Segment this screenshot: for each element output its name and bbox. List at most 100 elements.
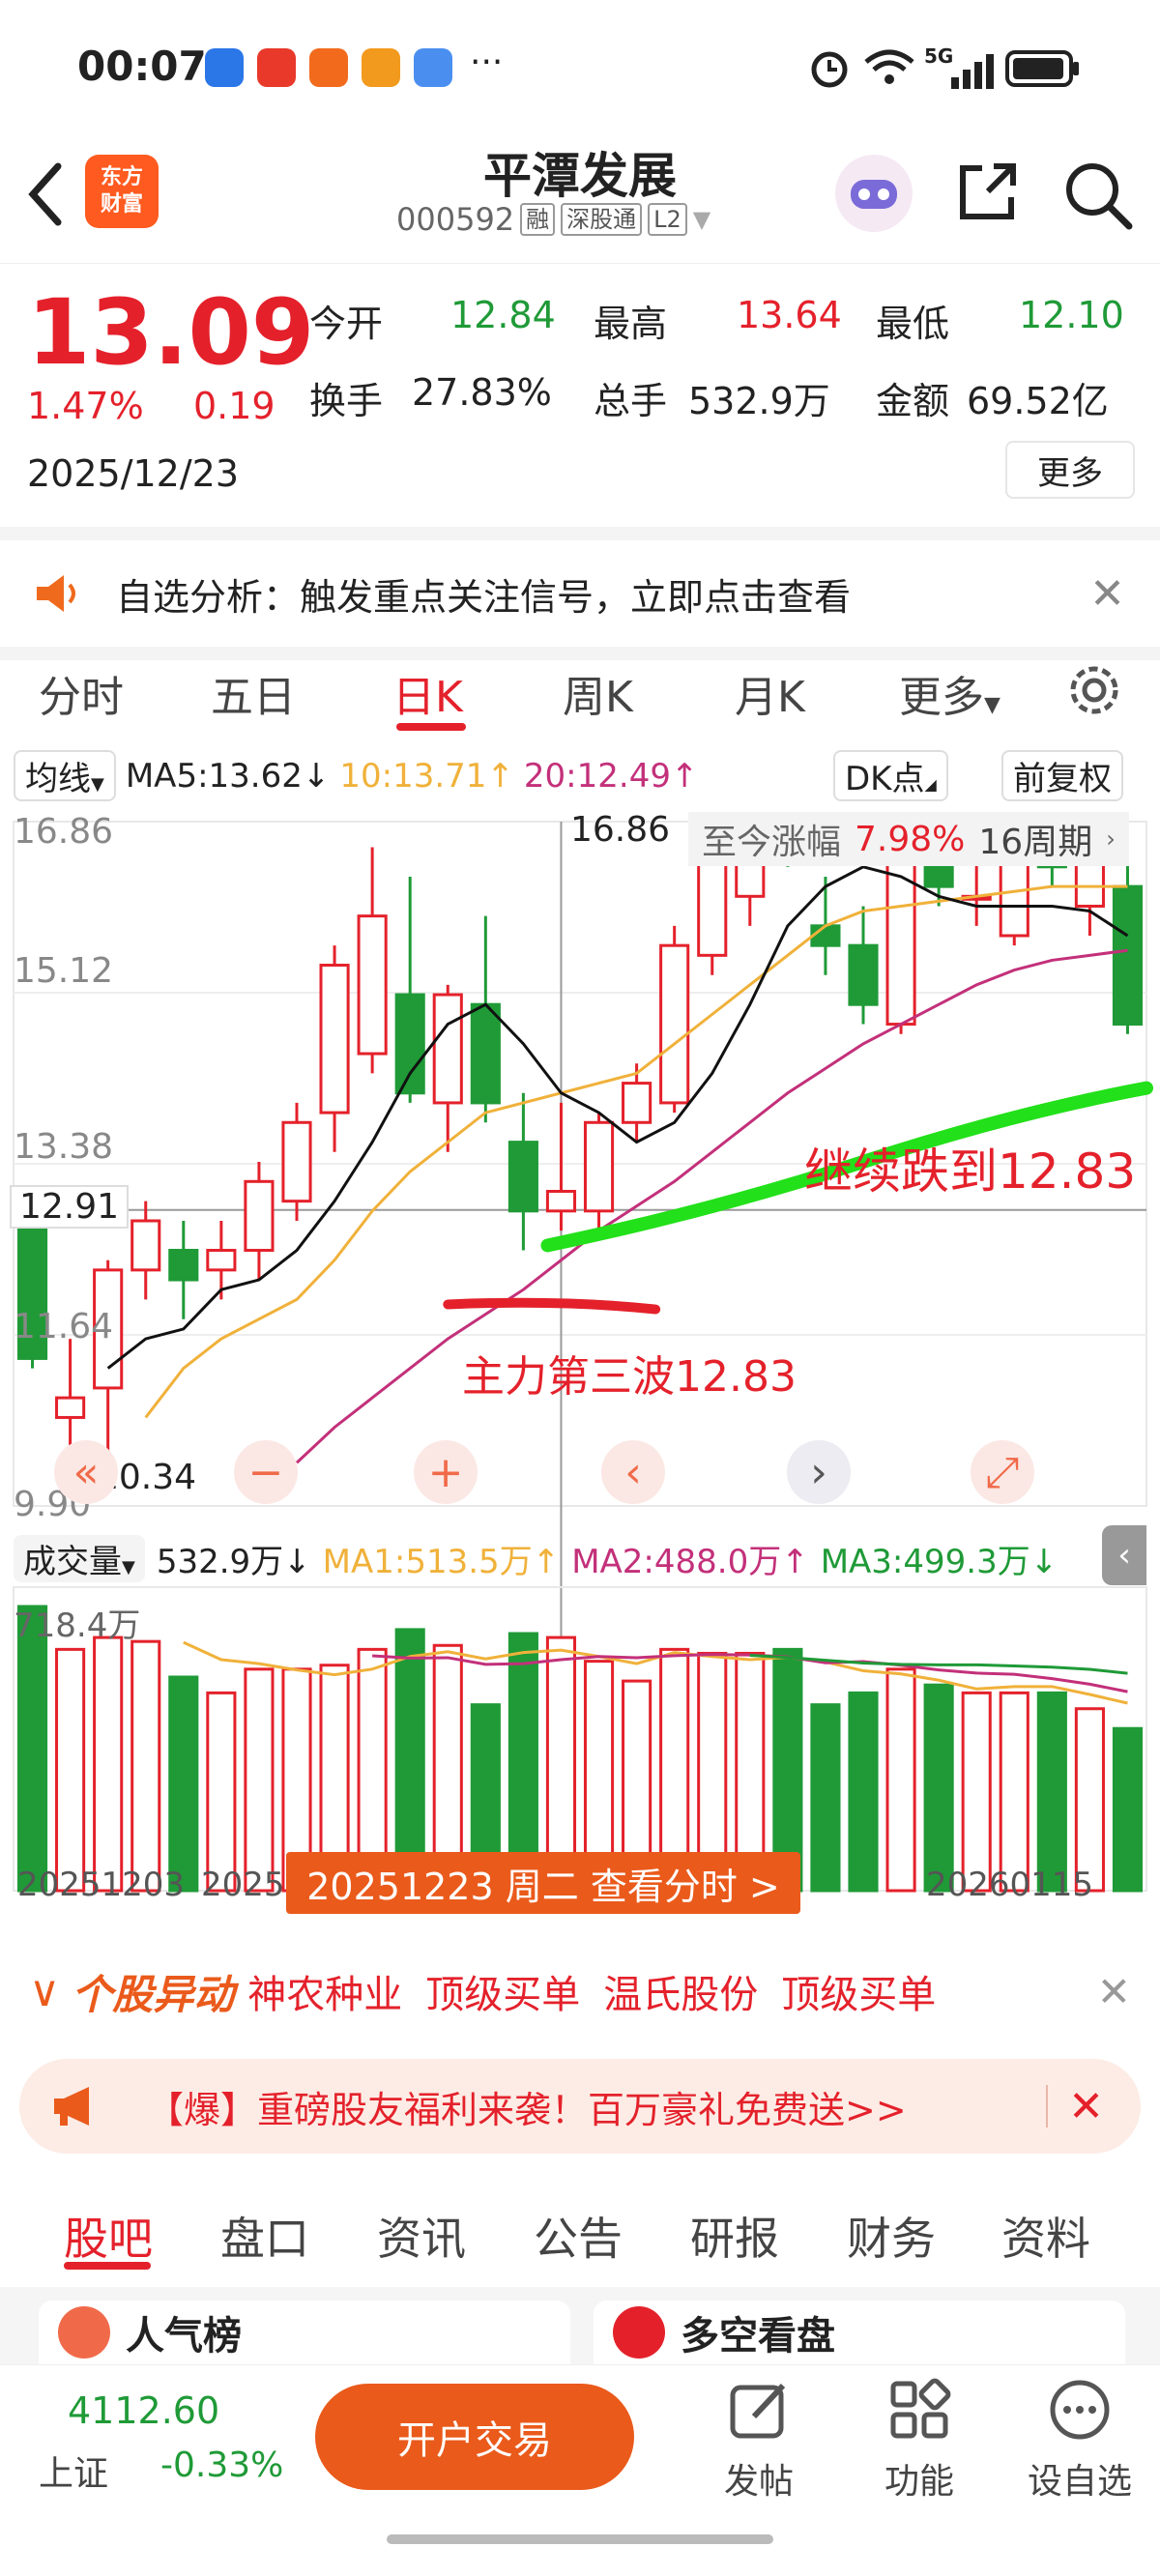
caret-down-icon: ▼ — [984, 693, 1000, 717]
tab-financials[interactable]: 财务 — [847, 2204, 936, 2268]
search-icon[interactable] — [1061, 159, 1135, 232]
close-icon[interactable]: ✕ — [1068, 2082, 1104, 2131]
turnover-value: 27.83% — [412, 371, 552, 414]
tab-profile[interactable]: 资料 — [1001, 2204, 1090, 2268]
tab-news[interactable]: 资讯 — [377, 2204, 466, 2268]
volume-max-label: 718.4万 — [14, 1606, 141, 1645]
volume-indicator-label: 成交量 — [23, 1543, 122, 1581]
grid-apps-icon — [890, 2378, 951, 2439]
candle-body — [810, 924, 841, 947]
open-account-trade-button[interactable]: 开户交易 — [315, 2384, 634, 2490]
caret-down-icon: ▼ — [122, 1557, 135, 1577]
amount-value: 69.52亿 — [967, 380, 1109, 422]
tab-intraday[interactable]: 分时 — [39, 662, 124, 724]
index-change: -0.33% — [160, 2446, 284, 2485]
tab-forum[interactable]: 股吧 — [64, 2204, 153, 2268]
ma10-value: 10:13.71↑ — [339, 756, 514, 796]
post-label: 发帖 — [723, 2462, 794, 2502]
bull-bear-card[interactable]: 多空看盘 — [594, 2301, 1125, 2364]
settings-gear-icon[interactable] — [1065, 661, 1123, 719]
popularity-card-title: 人气榜 — [126, 2314, 242, 2359]
ticker-item[interactable]: 顶级买单 — [425, 1963, 580, 2019]
volume-bar — [244, 1667, 275, 1893]
candle-body — [470, 1002, 501, 1105]
candle-body — [1112, 884, 1144, 1027]
zoom-out-button[interactable]: − — [234, 1440, 298, 1504]
functions-button[interactable]: 功能 — [856, 2378, 982, 2504]
fullscreen-expand-button[interactable]: ⤢ — [971, 1440, 1034, 1504]
candle-body — [244, 1179, 275, 1253]
collapse-panel-button[interactable]: ‹ — [1102, 1525, 1146, 1585]
tab-weekly-k[interactable]: 周K — [563, 662, 633, 724]
indicator-type-select[interactable]: 均线▼ — [14, 750, 116, 801]
high-marker: 16.86 — [570, 810, 671, 850]
more-dots-icon — [1050, 2380, 1110, 2440]
change-value: 0.19 — [193, 385, 276, 427]
dk-point-select[interactable]: DK点◢ — [833, 750, 948, 801]
zoom-in-button[interactable]: + — [414, 1440, 478, 1504]
y-axis-label: 11.64 — [14, 1307, 114, 1346]
view-intraday-button[interactable]: 20251223 周二 查看分时 > — [286, 1852, 800, 1914]
tab-more[interactable]: 更多▼ — [899, 662, 1000, 724]
ai-assistant-icon[interactable] — [833, 153, 914, 234]
chevron-down-icon: ▼ — [692, 206, 711, 233]
ticker-item[interactable]: 温氏股份 — [603, 1963, 758, 2019]
tab-research[interactable]: 研报 — [690, 2204, 779, 2268]
corner-arrow-icon: ◢ — [924, 775, 937, 794]
share-icon[interactable] — [953, 159, 1021, 226]
scroll-right-button[interactable]: › — [787, 1440, 851, 1504]
volume-indicator-select[interactable]: 成交量▼ — [14, 1535, 145, 1582]
y-axis-label: 13.38 — [14, 1127, 114, 1167]
candle-body — [168, 1249, 199, 1282]
promo-banner[interactable]: 【爆】重磅股友福利来袭！百万豪礼免费送>> ✕ — [19, 2059, 1141, 2154]
candle-body — [508, 1141, 538, 1213]
volume-value: 532.9万 — [688, 380, 830, 422]
open-label: 今开 — [309, 303, 384, 345]
candle-body — [545, 1189, 577, 1213]
ticker-item[interactable]: 顶级买单 — [781, 1963, 936, 2019]
volume-bar — [1036, 1691, 1067, 1893]
turnover-label: 换手 — [309, 380, 384, 422]
wifi-icon — [864, 49, 914, 84]
candle-body — [999, 855, 1030, 938]
adjust-select[interactable]: 前复权 — [1001, 750, 1123, 801]
home-indicator — [387, 2534, 773, 2544]
high-value: 13.64 — [737, 294, 842, 336]
x-axis-label: 20260115 — [926, 1866, 1094, 1904]
post-button[interactable]: 发帖 — [696, 2378, 822, 2504]
annotation-red-stroke — [443, 1297, 661, 1315]
volume-label: 总手 — [594, 380, 668, 422]
candle-body — [319, 964, 350, 1114]
tab-five-day[interactable]: 五日 — [211, 662, 296, 724]
ma-legend: 均线▼ MA5:13.62↓ 10:13.71↑ 20:12.49↑ — [14, 750, 698, 801]
tab-daily-k[interactable]: 日K — [392, 662, 463, 724]
tab-announcements[interactable]: 公告 — [534, 2204, 623, 2268]
close-icon[interactable]: ✕ — [1097, 1968, 1131, 2015]
more-quote-button[interactable]: 更多 — [1005, 441, 1135, 499]
close-icon[interactable]: ✕ — [1089, 569, 1125, 619]
candle-body — [394, 993, 425, 1095]
volume-bar — [168, 1675, 199, 1893]
candle-body — [357, 914, 388, 1056]
volume-legend: 成交量▼ 532.9万↓ MA1:513.5万↑ MA2:488.0万↑ MA3… — [14, 1535, 1058, 1582]
candle-body — [432, 993, 463, 1105]
scroll-left-button[interactable]: ‹ — [601, 1440, 665, 1504]
period-gain-box[interactable]: 至今涨幅 7.98% 16周期 › — [688, 812, 1129, 866]
ticker-title: 个股异动 — [72, 1970, 235, 2018]
analysis-notice[interactable]: 自选分析：触发重点关注信号，立即点击查看 ✕ — [0, 527, 1160, 660]
candle-body — [848, 943, 879, 1006]
scroll-left-fast-button[interactable]: « — [54, 1440, 118, 1504]
popularity-card[interactable]: 人气榜 — [39, 2301, 570, 2364]
watchlist-label: 设自选 — [1027, 2462, 1132, 2502]
volume-bar — [130, 1639, 161, 1893]
indicator-type-label: 均线 — [25, 760, 91, 798]
chevron-right-icon: › — [1106, 825, 1116, 853]
ticker-item[interactable]: 神农种业 — [247, 1963, 402, 2019]
candle-body — [923, 865, 954, 888]
tag-connect: 深股通 — [561, 203, 643, 236]
tab-order-book[interactable]: 盘口 — [220, 2204, 309, 2268]
stock-code-row[interactable]: 000592 融 深股通 L2 ▼ — [396, 201, 710, 238]
add-watchlist-button[interactable]: 设自选 — [1017, 2378, 1143, 2504]
stock-movement-ticker[interactable]: ∨ 个股异动 神农种业 顶级买单 温氏股份 顶级买单 ✕ — [0, 1924, 1160, 2059]
tab-monthly-k[interactable]: 月K — [735, 662, 805, 724]
